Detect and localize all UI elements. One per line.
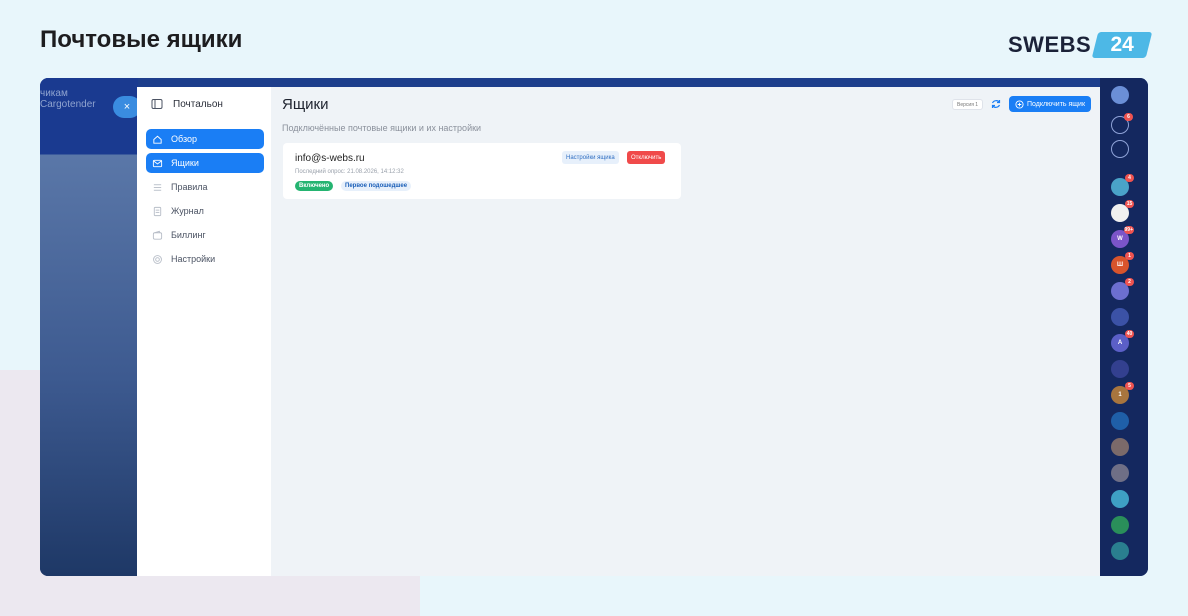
panel-icon xyxy=(151,99,163,109)
rail-app-13[interactable] xyxy=(1111,438,1129,456)
mail-icon xyxy=(152,159,163,167)
rail-app-3[interactable]: 4 xyxy=(1111,174,1134,196)
rail-app-10[interactable] xyxy=(1111,360,1129,378)
background-tab[interactable]: чикам xyxy=(40,88,68,99)
rail-app-text: Ш xyxy=(1116,262,1124,268)
brand-number: 24 xyxy=(1110,33,1134,56)
notification-badge: 15 xyxy=(1125,200,1134,208)
notification-badge: 5 xyxy=(1125,382,1134,390)
background-tab[interactable]: Cargotender xyxy=(40,99,96,110)
notification-badge: 40 xyxy=(1125,330,1134,338)
disconnect-button[interactable]: Отключить xyxy=(627,151,666,164)
sidebar-title: Почтальон xyxy=(173,98,223,110)
journal-icon xyxy=(153,206,162,216)
home-icon xyxy=(153,135,162,144)
status-badge: Включено xyxy=(295,181,334,191)
rail-app-14[interactable] xyxy=(1111,464,1129,482)
sidebar-item-label: Правила xyxy=(171,182,208,192)
brand-logo: SWEBS 24 xyxy=(1008,32,1149,58)
sidebar-item-label: Обзор xyxy=(171,134,197,144)
rail-app-11[interactable]: 15 xyxy=(1111,382,1134,404)
list-icon xyxy=(153,183,162,191)
mailbox-settings-button[interactable]: Настройки ящика xyxy=(562,151,619,164)
rail-app-9[interactable]: A 40 xyxy=(1111,330,1134,352)
page-heading: Почтовые ящики xyxy=(40,26,243,53)
rail-app-5[interactable]: W 99+ xyxy=(1111,226,1134,248)
rail-app-7[interactable]: 2 xyxy=(1111,278,1134,300)
notification-badge: 99+ xyxy=(1123,226,1134,234)
sidebar-item-label: Биллинг xyxy=(171,230,206,240)
main-content: Ящики Подключённые почтовые ящики и их н… xyxy=(282,87,1100,576)
rail-app-15[interactable] xyxy=(1111,490,1129,508)
sidebar-item-label: Настройки xyxy=(171,254,216,264)
rail-app-1[interactable]: 6 xyxy=(1111,113,1133,134)
mail-panel: Почтальон Обзор Ящики Правила Журнал Бил… xyxy=(137,87,1100,576)
background-app: чикам Cargotender xyxy=(40,78,138,576)
sidebar: Почтальон Обзор Ящики Правила Журнал Бил… xyxy=(137,87,271,576)
page-subtitle: Подключённые почтовые ящики и их настрой… xyxy=(282,123,482,133)
connect-mailbox-button[interactable]: Подключить ящик xyxy=(1009,96,1091,112)
mode-badge: Первое подошедшее xyxy=(341,181,412,191)
rail-app-6[interactable]: Ш1 xyxy=(1111,252,1134,274)
gear-icon xyxy=(153,254,162,264)
rail-app-17[interactable] xyxy=(1111,542,1129,560)
connect-mailbox-label: Подключить ящик xyxy=(1026,100,1086,108)
rail-app-8[interactable] xyxy=(1111,308,1129,326)
notification-badge: 2 xyxy=(1125,278,1134,286)
notification-badge: 6 xyxy=(1124,113,1133,121)
page-title: Ящики xyxy=(282,96,329,113)
sidebar-item-label: Журнал xyxy=(171,206,204,216)
sidebar-item-settings[interactable]: Настройки xyxy=(146,249,264,269)
plus-circle-icon xyxy=(1015,99,1024,109)
sidebar-item-billing[interactable]: Биллинг xyxy=(146,225,264,245)
rail-app-text: W xyxy=(1117,236,1123,242)
sidebar-header: Почтальон xyxy=(137,87,271,121)
mailbox-email: info@s-webs.ru xyxy=(295,153,365,164)
sidebar-item-mailboxes[interactable]: Ящики xyxy=(146,153,264,173)
rail-app-12[interactable] xyxy=(1111,412,1129,430)
wallet-icon xyxy=(152,230,163,240)
mailbox-last-poll: Последний опрос: 21.08.2026, 14:12:32 xyxy=(295,169,404,175)
notification-badge: 4 xyxy=(1125,174,1134,182)
rail-app-0[interactable] xyxy=(1111,86,1129,104)
sidebar-item-overview[interactable]: Обзор xyxy=(146,129,264,149)
version-tag: Версия 1 xyxy=(952,99,984,110)
right-rail: 6 4 15 W 99+ Ш 1 2 A 40 1 5 xyxy=(1100,78,1148,576)
app-window: чикам Cargotender × Почтальон Обзор Ящик… xyxy=(40,78,1148,576)
rail-app-4[interactable]: 15 xyxy=(1111,200,1134,222)
sidebar-item-label: Ящики xyxy=(171,158,199,168)
rail-app-text: 1 xyxy=(1118,392,1122,398)
rail-app-16[interactable] xyxy=(1111,516,1129,534)
sidebar-item-rules[interactable]: Правила xyxy=(146,177,264,197)
brand-name: SWEBS xyxy=(1008,32,1092,57)
refresh-icon[interactable] xyxy=(990,98,1002,110)
rail-app-2[interactable] xyxy=(1111,140,1129,158)
sidebar-item-journal[interactable]: Журнал xyxy=(146,201,264,221)
brand-number-badge: 24 xyxy=(1095,32,1149,58)
mailbox-card: info@s-webs.ru Последний опрос: 21.08.20… xyxy=(283,143,681,199)
notification-badge: 1 xyxy=(1125,252,1134,260)
rail-app-text: A xyxy=(1117,340,1123,346)
